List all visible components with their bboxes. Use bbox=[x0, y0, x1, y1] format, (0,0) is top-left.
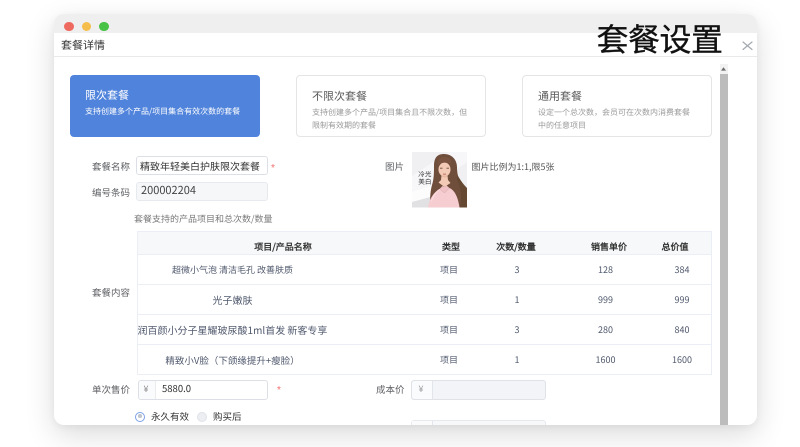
svg-text:美白: 美白 bbox=[418, 176, 431, 186]
